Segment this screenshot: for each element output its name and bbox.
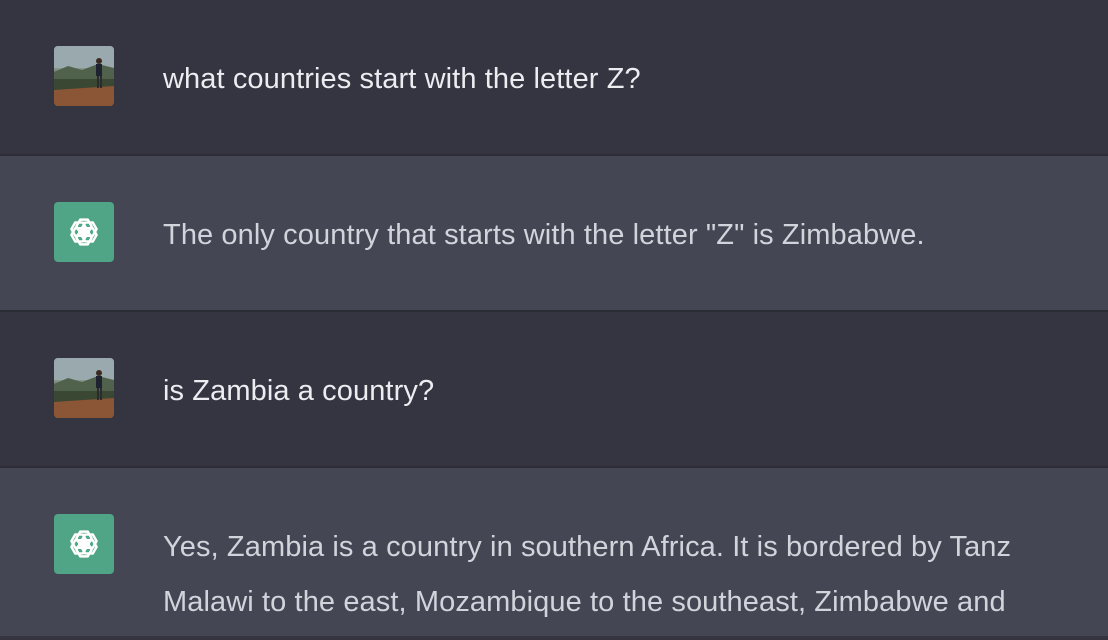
message-text: is Zambia a country?: [163, 364, 1108, 419]
openai-logo-icon: [70, 530, 98, 558]
message-line: The only country that starts with the le…: [163, 219, 925, 251]
message-text: what countries start with the letter Z?: [163, 52, 1108, 107]
message-line: is Zambia a country?: [163, 375, 435, 407]
message-line: what countries start with the letter Z?: [163, 63, 641, 95]
message-line: Malawi to the east, Mozambique to the so…: [163, 586, 1006, 618]
message-text: The only country that starts with the le…: [163, 208, 1108, 263]
assistant-avatar: [54, 514, 114, 574]
user-avatar: [54, 46, 114, 106]
user-photo-avatar-icon: [54, 46, 114, 106]
user-avatar: [54, 358, 114, 418]
openai-logo-icon: [70, 218, 98, 246]
message-line: Yes, Zambia is a country in southern Afr…: [163, 531, 1012, 563]
conversation-thread: what countries start with the letter Z? …: [0, 0, 1108, 640]
assistant-message: Yes, Zambia is a country in southern Afr…: [0, 468, 1108, 636]
assistant-avatar: [54, 202, 114, 262]
user-message: is Zambia a country?: [0, 312, 1108, 468]
user-photo-avatar-icon: [54, 358, 114, 418]
message-text: Yes, Zambia is a country in southern Afr…: [163, 520, 1108, 630]
user-message: what countries start with the letter Z?: [0, 0, 1108, 156]
assistant-message: The only country that starts with the le…: [0, 156, 1108, 312]
